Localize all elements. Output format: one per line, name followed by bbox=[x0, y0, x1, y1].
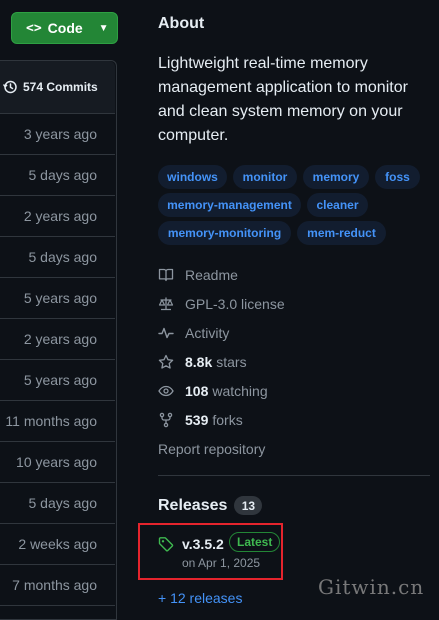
law-icon bbox=[158, 297, 174, 311]
license-label: GPL-3.0 license bbox=[185, 296, 285, 312]
pulse-icon bbox=[158, 327, 174, 339]
section-divider bbox=[158, 475, 430, 476]
repo-description: Lightweight real-time memory management … bbox=[158, 55, 408, 144]
about-heading: About bbox=[158, 15, 205, 32]
file-row-commit-age[interactable]: 7 months ago bbox=[0, 565, 115, 606]
file-row-commit-age[interactable]: 5 days ago bbox=[0, 237, 115, 278]
activity-link[interactable]: Activity bbox=[158, 323, 229, 343]
fork-icon bbox=[159, 412, 173, 428]
code-icon: <> bbox=[26, 20, 42, 36]
latest-badge: Latest bbox=[229, 532, 281, 552]
tag-icon bbox=[158, 537, 174, 552]
topic-memory[interactable]: memory bbox=[303, 165, 369, 189]
release-date: on Apr 1, 2025 bbox=[182, 556, 261, 570]
stars-link[interactable]: 8.8k stars bbox=[158, 352, 247, 372]
file-row-commit-age[interactable]: 5 years ago bbox=[0, 278, 115, 319]
topic-monitor[interactable]: monitor bbox=[233, 165, 297, 189]
more-releases-link[interactable]: + 12 releases bbox=[158, 590, 242, 606]
topic-memory-monitoring[interactable]: memory-monitoring bbox=[158, 221, 291, 245]
watermark: Gitwin.cn bbox=[318, 575, 425, 599]
code-button[interactable]: <> Code ▼ bbox=[11, 12, 118, 44]
file-row-commit-age[interactable]: 11 months ago bbox=[0, 401, 115, 442]
report-repository-link[interactable]: Report repository bbox=[158, 439, 265, 459]
stars-label: stars bbox=[216, 354, 247, 370]
forks-label: forks bbox=[212, 412, 243, 428]
file-row-commit-age[interactable]: 2 years ago bbox=[0, 319, 115, 360]
file-row-commit-age[interactable]: 2 years ago bbox=[0, 196, 115, 237]
star-icon bbox=[158, 354, 174, 369]
topic-cleaner[interactable]: cleaner bbox=[307, 193, 368, 217]
forks-link[interactable]: 539 forks bbox=[158, 410, 243, 430]
file-row-commit-age[interactable]: 5 years ago bbox=[0, 360, 115, 401]
file-row-commit-age[interactable]: 3 years ago bbox=[0, 114, 115, 155]
commits-count: 574 Commits bbox=[23, 80, 98, 94]
code-button-label: Code bbox=[47, 20, 83, 36]
file-row-commit-age[interactable]: 5 days ago bbox=[0, 155, 115, 196]
file-list-column: <> Code ▼ 574 Commits 3 years ago 5 days … bbox=[0, 0, 118, 620]
file-table: 574 Commits 3 years ago 5 days ago 2 years… bbox=[0, 60, 117, 620]
triangle-down-icon: ▼ bbox=[98, 22, 109, 34]
commits-link[interactable]: 574 Commits bbox=[0, 61, 115, 114]
releases-count-badge: 13 bbox=[234, 496, 263, 515]
topic-mem-reduct[interactable]: mem-reduct bbox=[297, 221, 386, 245]
topic-memory-management[interactable]: memory-management bbox=[158, 193, 301, 217]
releases-title: Releases bbox=[158, 496, 228, 514]
watching-count: 108 bbox=[185, 383, 209, 399]
eye-icon bbox=[158, 385, 174, 397]
forks-count: 539 bbox=[185, 412, 209, 428]
file-row-commit-age[interactable]: 10 years ago bbox=[0, 442, 115, 483]
latest-release-link[interactable]: v.3.5.2 bbox=[182, 536, 224, 552]
topic-windows[interactable]: windows bbox=[158, 165, 227, 189]
file-row-commit-age[interactable]: 2 weeks ago bbox=[0, 524, 115, 565]
stars-count: 8.8k bbox=[185, 354, 213, 370]
releases-heading[interactable]: Releases 13 bbox=[158, 496, 263, 515]
license-link[interactable]: GPL-3.0 license bbox=[158, 294, 285, 314]
file-row-commit-age[interactable]: 5 days ago bbox=[0, 483, 115, 524]
topic-foss[interactable]: foss bbox=[375, 165, 420, 189]
readme-label: Readme bbox=[185, 267, 238, 283]
book-icon bbox=[158, 268, 174, 282]
readme-link[interactable]: Readme bbox=[158, 265, 238, 285]
watching-label: watching bbox=[212, 383, 268, 399]
watchers-link[interactable]: 108 watching bbox=[158, 381, 268, 401]
activity-label: Activity bbox=[185, 325, 230, 341]
history-icon bbox=[2, 80, 17, 94]
